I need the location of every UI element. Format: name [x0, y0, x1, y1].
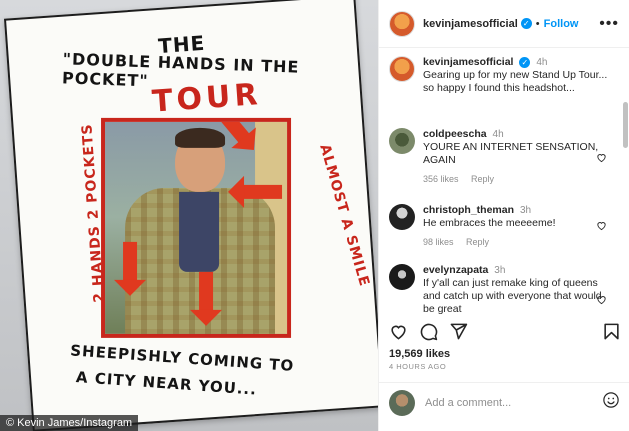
post-time: 4 HOURS AGO: [389, 362, 447, 371]
arrow-down-icon: [123, 241, 138, 282]
comment-username[interactable]: christoph_theman: [423, 204, 514, 216]
poster-bottom-line2: A CITY NEAR YOU...: [75, 368, 258, 399]
add-comment-bar: [379, 382, 629, 422]
photo-credit: © Kevin James/Instagram: [0, 415, 139, 431]
post-actions: [379, 318, 629, 344]
post-image[interactable]: THE "DOUBLE HANDS IN THE POCKET" TOUR 2 …: [0, 0, 378, 431]
headshot-photo: [101, 117, 292, 338]
comment-item: coldpeescha 4h YOURE AN INTERNET SENSATI…: [379, 128, 619, 186]
poster-tour: TOUR: [150, 77, 263, 120]
caption-username[interactable]: kevinjamesofficial: [423, 56, 513, 68]
comment-text: If y'all can just remake king of queens …: [423, 277, 602, 314]
comment-likes[interactable]: 98 likes: [423, 237, 454, 247]
poster-right-text: ALMOST A SMILE: [316, 142, 373, 289]
heart-icon[interactable]: [596, 218, 607, 231]
comment-icon[interactable]: [417, 320, 439, 342]
caption-time: 4h: [536, 57, 548, 68]
comment-likes[interactable]: 356 likes: [423, 174, 459, 184]
add-comment-input[interactable]: [425, 396, 602, 409]
comment-time: 4h: [492, 129, 504, 140]
comment-time: 3h: [494, 265, 506, 276]
author-username[interactable]: kevinjamesofficial: [423, 18, 518, 30]
bookmark-icon[interactable]: [600, 320, 622, 342]
poster: THE "DOUBLE HANDS IN THE POCKET" TOUR 2 …: [3, 0, 378, 431]
avatar[interactable]: [389, 128, 415, 154]
avatar[interactable]: [389, 204, 415, 230]
avatar[interactable]: [389, 10, 415, 37]
comments-list[interactable]: kevinjamesofficial ✓ 4h Gearing up for m…: [379, 48, 629, 314]
arrow-left-icon: [242, 184, 283, 199]
emoji-icon[interactable]: [602, 391, 620, 414]
share-icon[interactable]: [447, 320, 469, 342]
post-header: kevinjamesofficial ✓ • Follow •••: [379, 0, 629, 48]
undershirt: [179, 191, 220, 272]
heart-icon[interactable]: [596, 150, 607, 163]
comment-text: He embraces the meeeeme!: [423, 217, 556, 229]
heart-icon[interactable]: [596, 292, 607, 305]
separator-dot: •: [535, 17, 540, 30]
scrollbar[interactable]: [623, 102, 628, 148]
likes-count[interactable]: 19,569 likes: [389, 348, 450, 360]
more-horizontal-icon[interactable]: •••: [599, 15, 619, 33]
arrow-down-icon: [199, 271, 214, 312]
verified-badge-icon: ✓: [520, 18, 532, 29]
reply-button[interactable]: Reply: [471, 174, 494, 184]
reply-button[interactable]: Reply: [466, 237, 489, 247]
verified-badge-icon: ✓: [519, 57, 531, 68]
follow-button[interactable]: Follow: [544, 18, 579, 30]
comment-item: christoph_theman 3h He embraces the meee…: [379, 204, 619, 249]
post-side-panel: kevinjamesofficial ✓ • Follow ••• kevinj…: [378, 0, 629, 431]
comment-username[interactable]: coldpeescha: [423, 128, 487, 140]
avatar[interactable]: [389, 264, 415, 290]
hair: [175, 127, 226, 148]
comment-time: 3h: [519, 205, 532, 216]
heart-icon[interactable]: [387, 320, 409, 342]
caption: kevinjamesofficial ✓ 4h Gearing up for m…: [379, 56, 619, 95]
comment-username[interactable]: evelynzapata: [423, 264, 488, 276]
comment-item: evelynzapata 3h If y'all can just remake…: [379, 264, 619, 314]
comment-text: YOURE AN INTERNET SENSATION, AGAIN: [423, 141, 599, 166]
avatar[interactable]: [389, 56, 415, 82]
avatar: [389, 389, 415, 416]
caption-text: Gearing up for my new Stand Up Tour... s…: [423, 69, 608, 94]
